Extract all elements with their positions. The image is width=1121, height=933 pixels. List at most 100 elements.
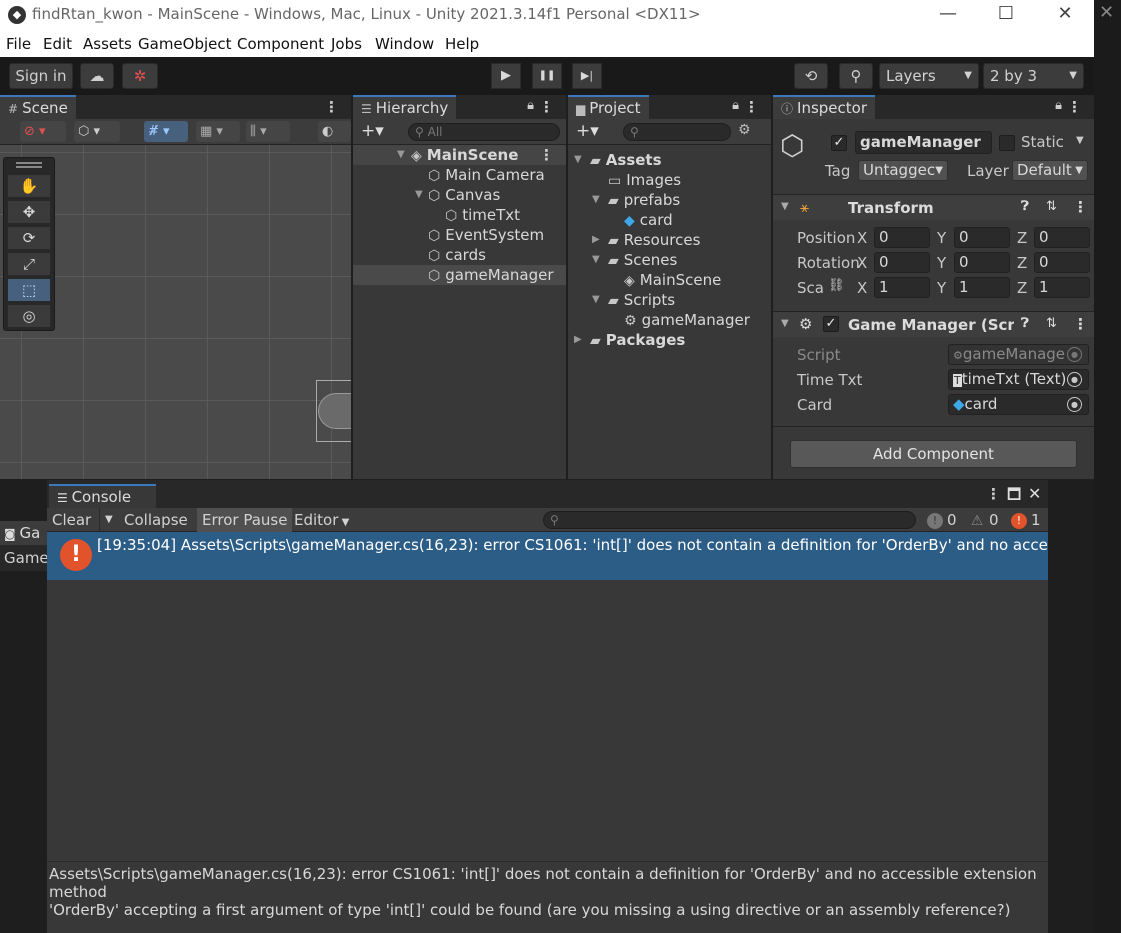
- hierarchy-item[interactable]: ▼ ⬡ Canvas: [353, 185, 566, 205]
- project-search-input[interactable]: ⚲: [623, 123, 731, 141]
- help-icon[interactable]: ❓︎: [1021, 199, 1029, 214]
- axis-x-label[interactable]: X: [857, 254, 867, 272]
- component-enabled-checkbox[interactable]: ✓: [823, 316, 839, 332]
- shading-toggle[interactable]: ◐: [318, 121, 351, 142]
- object-picker-icon[interactable]: ●: [1067, 372, 1082, 387]
- tab-console[interactable]: ☰ Console: [49, 484, 156, 508]
- tab-hierarchy[interactable]: ☰ Hierarchy: [353, 95, 457, 119]
- pause-button[interactable]: ❚❚: [532, 63, 562, 89]
- project-menu-icon[interactable]: ⋮: [744, 98, 759, 116]
- time-txt-field[interactable]: TtimeTxt (Text) ●: [948, 369, 1089, 390]
- menu-help[interactable]: Help: [445, 35, 479, 53]
- axis-x-label[interactable]: X: [857, 279, 867, 297]
- scale-x-field[interactable]: 1: [874, 277, 930, 298]
- project-item[interactable]: ▶ ▰ Packages: [568, 330, 771, 350]
- add-component-button[interactable]: Add Component: [790, 440, 1077, 468]
- constrain-proportions-icon[interactable]: ⛓︎: [828, 278, 845, 293]
- editor-dropdown[interactable]: Editor ▼: [289, 508, 354, 532]
- axis-y-label[interactable]: Y: [937, 254, 946, 272]
- hierarchy-item-selected[interactable]: ⬡ gameManager: [353, 265, 566, 285]
- project-item[interactable]: ▼ ▰ Assets: [568, 150, 771, 170]
- object-picker-icon[interactable]: ●: [1067, 397, 1082, 412]
- expand-arrow-icon[interactable]: ▼: [574, 150, 582, 170]
- position-z-field[interactable]: 0: [1034, 227, 1090, 248]
- history-icon[interactable]: ⟲: [794, 63, 828, 89]
- close-icon[interactable]: ✕: [1028, 484, 1041, 503]
- increment-snap-dropdown[interactable]: ⫼ ▾: [246, 121, 290, 142]
- scene-menu-dots-icon[interactable]: ⋮: [539, 145, 554, 165]
- expand-arrow-icon[interactable]: ▼: [415, 185, 423, 205]
- minimize-button[interactable]: —: [933, 3, 963, 27]
- menu-edit[interactable]: Edit: [43, 35, 72, 53]
- warning-count-toggle[interactable]: ⚠ 0: [969, 510, 999, 530]
- error-pause-button[interactable]: Error Pause: [197, 508, 293, 532]
- position-x-field[interactable]: 0: [874, 227, 930, 248]
- lock-icon[interactable]: 🔒︎: [732, 98, 739, 113]
- maximize-button[interactable]: ☐: [991, 3, 1021, 27]
- expand-arrow-icon[interactable]: ▼: [592, 290, 600, 310]
- hierarchy-item[interactable]: ⬡ cards: [353, 245, 566, 265]
- collab-icon[interactable]: ✲: [122, 63, 158, 89]
- play-button[interactable]: ▶: [491, 63, 521, 89]
- preset-icon[interactable]: ⇅: [1046, 199, 1057, 214]
- hierarchy-item[interactable]: ⬡ EventSystem: [353, 225, 566, 245]
- component-menu-icon[interactable]: ⋮: [1073, 315, 1088, 333]
- tab-project[interactable]: ▆ Project: [568, 95, 649, 119]
- expand-arrow-icon[interactable]: ▼: [592, 190, 600, 210]
- rotation-y-field[interactable]: 0: [954, 252, 1010, 273]
- static-checkbox[interactable]: [999, 135, 1015, 151]
- tag-dropdown[interactable]: Untaggec ▼: [858, 160, 948, 181]
- inspector-menu-icon[interactable]: ⋮: [1067, 98, 1082, 116]
- project-item[interactable]: ▶ ▰ Resources: [568, 230, 771, 250]
- hand-tool-icon[interactable]: ✋: [8, 175, 50, 197]
- gameobject-cube-icon[interactable]: ⬡: [780, 129, 804, 162]
- hierarchy-menu-icon[interactable]: ⋮: [539, 98, 554, 116]
- axis-z-label[interactable]: Z: [1017, 254, 1027, 272]
- step-button[interactable]: ▶|: [572, 63, 602, 89]
- scale-y-field[interactable]: 1: [954, 277, 1010, 298]
- clear-button[interactable]: Clear: [47, 508, 96, 532]
- lock-icon[interactable]: 🔒︎: [1055, 98, 1062, 113]
- script-component-header[interactable]: ▼ ⚙ ✓ Game Manager (Script) ❓︎ ⇅ ⋮: [773, 311, 1094, 337]
- console-log-row-selected[interactable]: ! [19:35:04] Assets\Scripts\gameManager.…: [47, 532, 1048, 580]
- maximize-icon[interactable]: 🗖︎: [1007, 484, 1021, 509]
- axis-x-label[interactable]: X: [857, 229, 867, 247]
- move-tool-icon[interactable]: ✥: [8, 201, 50, 223]
- log-count-toggle[interactable]: ! 0: [927, 510, 957, 530]
- menu-gameobject[interactable]: GameObject: [138, 35, 232, 53]
- chevron-down-icon[interactable]: ▼: [1076, 135, 1084, 146]
- create-plus-icon[interactable]: +▾: [576, 121, 599, 141]
- error-count-toggle[interactable]: ! 1: [1011, 510, 1041, 530]
- position-y-field[interactable]: 0: [954, 227, 1010, 248]
- close-button[interactable]: ✕: [1050, 3, 1080, 27]
- lock-icon[interactable]: 🔒︎: [527, 98, 534, 113]
- axis-z-label[interactable]: Z: [1017, 279, 1027, 297]
- project-item[interactable]: ▼ ▰ Scenes: [568, 250, 771, 270]
- help-icon[interactable]: ❓︎: [1021, 316, 1029, 331]
- project-item[interactable]: ▼ ▰ prefabs: [568, 190, 771, 210]
- axis-y-label[interactable]: Y: [937, 279, 946, 297]
- transform-tool-icon[interactable]: ◎: [8, 305, 50, 327]
- object-name-field[interactable]: gameManager: [855, 131, 992, 154]
- expand-arrow-icon[interactable]: ▼: [397, 145, 405, 165]
- project-item[interactable]: ⚙ gameManager: [568, 310, 771, 330]
- console-detail-pane[interactable]: Assets\Scripts\gameManager.cs(16,23): er…: [47, 861, 1048, 933]
- sign-in-button[interactable]: Sign in: [9, 63, 73, 89]
- menu-component[interactable]: Component: [237, 35, 324, 53]
- menu-jobs[interactable]: Jobs: [331, 35, 362, 53]
- rect-tool-icon[interactable]: ⬚: [8, 279, 50, 301]
- rotate-tool-icon[interactable]: ⟳: [8, 227, 50, 249]
- tab-game[interactable]: ◙ Ga: [0, 521, 47, 545]
- collapse-arrow-icon[interactable]: ▶: [574, 330, 582, 350]
- layer-dropdown[interactable]: Default ▼: [1012, 160, 1088, 181]
- create-plus-icon[interactable]: +▾: [361, 121, 384, 141]
- hierarchy-item[interactable]: ⬡ Main Camera: [353, 165, 566, 185]
- gizmo-tool-dropdown[interactable]: ⊘ ▾: [20, 121, 66, 142]
- rotation-z-field[interactable]: 0: [1034, 252, 1090, 273]
- hierarchy-item[interactable]: ⬡ timeTxt: [353, 205, 566, 225]
- transform-header[interactable]: ▼ ⚹ Transform ❓︎ ⇅ ⋮: [773, 194, 1094, 220]
- tab-inspector[interactable]: ⓘ Inspector: [773, 95, 875, 119]
- rotation-x-field[interactable]: 0: [874, 252, 930, 273]
- axis-z-label[interactable]: Z: [1017, 229, 1027, 247]
- console-menu-icon[interactable]: ⋮: [986, 485, 1001, 503]
